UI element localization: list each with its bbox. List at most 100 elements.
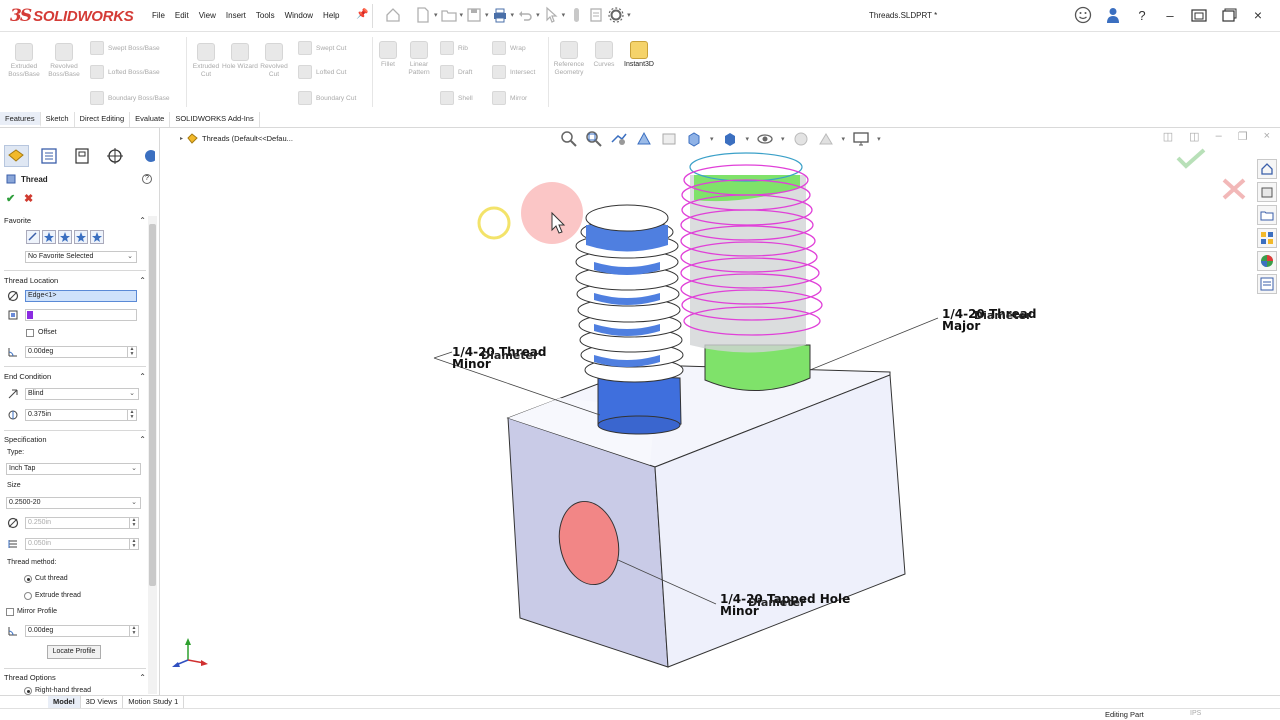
solidworks-resources-tab[interactable] (1257, 159, 1277, 179)
locate-profile-button[interactable]: Locate Profile (47, 645, 101, 659)
cancel-x-icon[interactable]: ✖ (24, 192, 33, 205)
start-face-field[interactable] (25, 309, 137, 321)
ok-check-icon[interactable]: ✔ (6, 192, 15, 205)
undo-dropdown-icon[interactable]: ▾ (536, 11, 540, 19)
extruded-cut-button[interactable]: Extruded Cut (188, 43, 224, 79)
rib-button[interactable]: Rib (440, 41, 468, 55)
section-thread-options-header[interactable]: Thread Options ⌃ (4, 673, 146, 685)
open-dropdown-icon[interactable]: ▾ (460, 11, 464, 19)
restore-window-icon[interactable] (1190, 6, 1208, 24)
fillet-button[interactable]: Fillet (374, 41, 402, 69)
save-dropdown-icon[interactable]: ▾ (485, 11, 489, 19)
cut-thread-radio[interactable] (24, 575, 32, 583)
configuration-manager-tab[interactable] (70, 145, 95, 167)
add-favorite-icon[interactable] (42, 230, 56, 244)
undo-icon[interactable] (516, 6, 534, 24)
appearances-tab[interactable] (1257, 251, 1277, 271)
tab-3d-views[interactable]: 3D Views (81, 696, 124, 708)
options-gear-icon[interactable] (607, 6, 625, 24)
spin-arrows-icon[interactable]: ▲ ▼ (129, 539, 138, 549)
pin-menu-icon[interactable]: 📌 (356, 9, 368, 20)
tab-sketch[interactable]: Sketch (41, 112, 75, 127)
end-condition-select[interactable]: Blind ⌄ (25, 388, 139, 400)
diameter-field[interactable]: 0.250in ▲ ▼ (25, 517, 139, 529)
instant3d-button[interactable]: Instant3D (624, 41, 654, 68)
panel-scrollbar[interactable] (148, 216, 157, 694)
mirror-profile-checkbox[interactable] (6, 608, 14, 616)
menu-window[interactable]: Window (280, 9, 318, 22)
revolved-cut-button[interactable]: Revolved Cut (256, 43, 292, 79)
thread-edge-field[interactable]: Edge<1> (25, 290, 137, 302)
apply-favorite-icon[interactable] (26, 230, 40, 244)
extrude-thread-radio[interactable] (24, 592, 32, 600)
property-manager-tab[interactable] (37, 145, 62, 167)
lofted-cut-button[interactable]: Lofted Cut (298, 65, 346, 79)
rotation-angle-field[interactable]: 0.00deg ▲ ▼ (25, 625, 139, 637)
menu-file[interactable]: File (147, 9, 170, 22)
thread-size-select[interactable]: 0.2500-20 ⌄ (6, 497, 141, 509)
menu-edit[interactable]: Edit (170, 9, 194, 22)
scrollbar-thumb[interactable] (149, 224, 156, 586)
spin-arrows-icon[interactable]: ▲ ▼ (127, 410, 136, 420)
tab-direct-editing[interactable]: Direct Editing (75, 112, 131, 127)
user-account-icon[interactable] (1104, 6, 1122, 24)
open-folder-icon[interactable] (440, 6, 458, 24)
right-hand-thread-radio[interactable] (24, 687, 32, 695)
view-palette-tab[interactable] (1257, 228, 1277, 248)
draft-button[interactable]: Draft (440, 65, 472, 79)
menu-tools[interactable]: Tools (251, 9, 280, 22)
tab-model[interactable]: Model (48, 696, 81, 708)
section-favorite-header[interactable]: Favorite ⌃ (4, 216, 146, 228)
section-end-condition-header[interactable]: End Condition ⌃ (4, 372, 146, 384)
mirror-button[interactable]: Mirror (492, 91, 527, 105)
depth-field[interactable]: 0.375in ▲ ▼ (25, 409, 137, 421)
display-manager-tab[interactable] (135, 145, 159, 167)
smiley-feedback-icon[interactable] (1074, 6, 1092, 24)
pm-help-icon[interactable]: ? (142, 174, 152, 184)
menu-view[interactable]: View (194, 9, 221, 22)
help-question-icon[interactable]: ? (1134, 6, 1150, 24)
offset-checkbox[interactable] (26, 329, 34, 337)
swept-cut-button[interactable]: Swept Cut (298, 41, 346, 55)
print-dropdown-icon[interactable]: ▾ (511, 11, 515, 19)
lofted-boss-button[interactable]: Lofted Boss/Base (90, 65, 160, 79)
boundary-cut-button[interactable]: Boundary Cut (298, 91, 356, 105)
dimxpert-manager-tab[interactable] (102, 145, 127, 167)
tab-solidworks-add-ins[interactable]: SOLIDWORKS Add-Ins (170, 112, 260, 127)
favorite-select[interactable]: No Favorite Selected ⌄ (25, 251, 137, 263)
reference-geometry-button[interactable]: Reference Geometry (551, 41, 587, 77)
confirm-cancel-icon[interactable] (1222, 178, 1246, 200)
file-explorer-tab[interactable] (1257, 205, 1277, 225)
design-library-tab[interactable] (1257, 182, 1277, 202)
boundary-boss-button[interactable]: Boundary Boss/Base (90, 91, 170, 105)
update-favorite-icon[interactable] (58, 230, 72, 244)
confirm-check-icon[interactable] (1176, 148, 1206, 169)
start-angle-field[interactable]: 0.00deg ▲ ▼ (25, 346, 137, 358)
extruded-boss-button[interactable]: Extruded Boss/Base (6, 43, 42, 79)
menu-help[interactable]: Help (318, 9, 344, 22)
unit-system[interactable]: IPS (1190, 710, 1201, 717)
solidworks-logo[interactable]: 3S SOLIDWORKS (10, 6, 134, 26)
thread-type-select[interactable]: Inch Tap ⌄ (6, 463, 141, 475)
rebuild-icon[interactable] (567, 6, 585, 24)
spin-arrows-icon[interactable]: ▲ ▼ (129, 518, 138, 528)
reverse-direction-icon[interactable] (7, 388, 19, 400)
save-icon[interactable] (465, 6, 483, 24)
menu-insert[interactable]: Insert (221, 9, 251, 22)
minimize-icon[interactable]: – (1162, 6, 1178, 24)
spin-arrows-icon[interactable]: ▲ ▼ (127, 347, 136, 357)
graphics-area[interactable]: ▸ Threads (Default<<Defau... ▾ ▾ ▾ ▾ ▾ ◫… (160, 128, 1280, 695)
options-dropdown-icon[interactable]: ▾ (627, 11, 631, 19)
close-window-icon[interactable]: × (1250, 6, 1266, 24)
new-dropdown-icon[interactable]: ▾ (434, 11, 438, 19)
tab-evaluate[interactable]: Evaluate (130, 112, 171, 127)
tab-motion-study-1[interactable]: Motion Study 1 (123, 696, 185, 708)
spin-arrows-icon[interactable]: ▲ ▼ (129, 626, 138, 636)
custom-properties-tab[interactable] (1257, 274, 1277, 294)
section-specification-header[interactable]: Specification ⌃ (4, 435, 146, 447)
maximize-icon[interactable] (1220, 6, 1238, 24)
section-thread-location-header[interactable]: Thread Location ⌃ (4, 276, 146, 288)
feature-manager-tab[interactable] (4, 145, 29, 167)
load-favorite-icon[interactable] (90, 230, 104, 244)
wrap-button[interactable]: Wrap (492, 41, 526, 55)
